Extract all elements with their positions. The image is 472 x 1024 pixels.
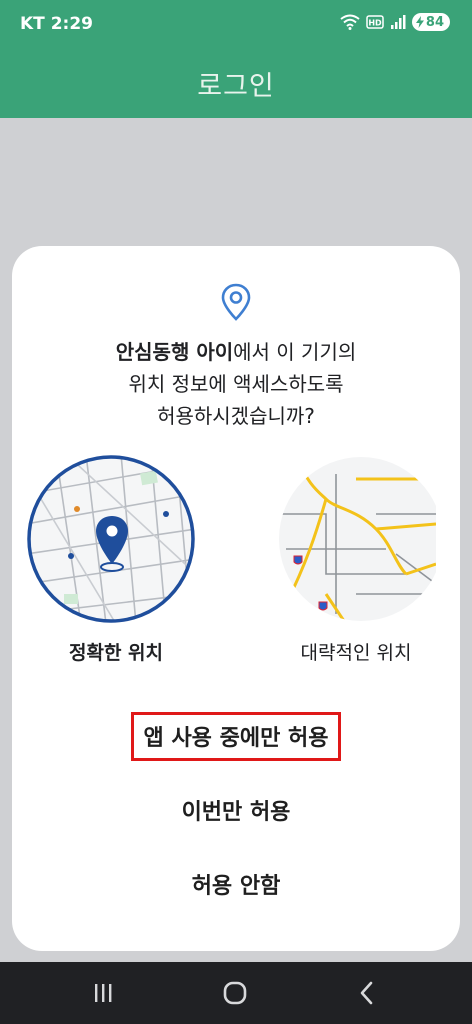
app-bar: 로그인 <box>0 48 472 118</box>
battery-level: 84 <box>425 14 444 30</box>
allow-while-using-button[interactable]: 앱 사용 중에만 허용 <box>12 712 460 761</box>
svg-text:HD: HD <box>368 19 382 28</box>
status-bar: KT 2:29 HD 84 <box>0 0 472 48</box>
precise-map-icon <box>27 455 195 623</box>
location-pin-icon <box>221 283 251 321</box>
app-name: 안심동행 아이 <box>115 340 234 364</box>
message-line-1: 안심동행 아이에서 이 기기의 <box>12 336 460 368</box>
carrier-time: KT 2:29 <box>20 14 93 34</box>
recent-apps-icon[interactable] <box>88 980 118 1006</box>
approximate-location-option[interactable]: 대략적인 위치 <box>256 454 456 664</box>
location-permission-dialog: 안심동행 아이에서 이 기기의 위치 정보에 액세스하도록 허용하시겠습니까? <box>12 246 460 951</box>
allow-once-button[interactable]: 이번만 허용 <box>12 794 460 826</box>
back-icon[interactable] <box>352 980 382 1006</box>
page-title: 로그인 <box>197 71 275 102</box>
approximate-location-label: 대략적인 위치 <box>300 642 412 664</box>
precise-location-label: 정확한 위치 <box>68 642 163 664</box>
navigation-bar <box>0 962 472 1024</box>
hd-icon: HD <box>366 15 384 29</box>
home-icon[interactable] <box>220 980 250 1006</box>
message-line-1-rest: 에서 이 기기의 <box>233 340 357 364</box>
wifi-icon <box>340 14 360 30</box>
permission-message: 안심동행 아이에서 이 기기의 위치 정보에 액세스하도록 허용하시겠습니까? <box>12 336 460 432</box>
message-line-2: 위치 정보에 액세스하도록 <box>128 372 344 396</box>
precise-location-option[interactable]: 정확한 위치 <box>16 454 216 664</box>
status-icons: HD 84 <box>340 13 450 31</box>
allow-while-using-label: 앱 사용 중에만 허용 <box>130 712 342 761</box>
bolt-icon <box>415 16 424 28</box>
approximate-map-icon <box>279 457 436 621</box>
signal-icon <box>390 15 406 29</box>
message-line-3: 허용하시겠습니까? <box>157 404 315 428</box>
deny-button[interactable]: 허용 안함 <box>12 868 460 900</box>
battery-charging-icon: 84 <box>411 13 450 31</box>
